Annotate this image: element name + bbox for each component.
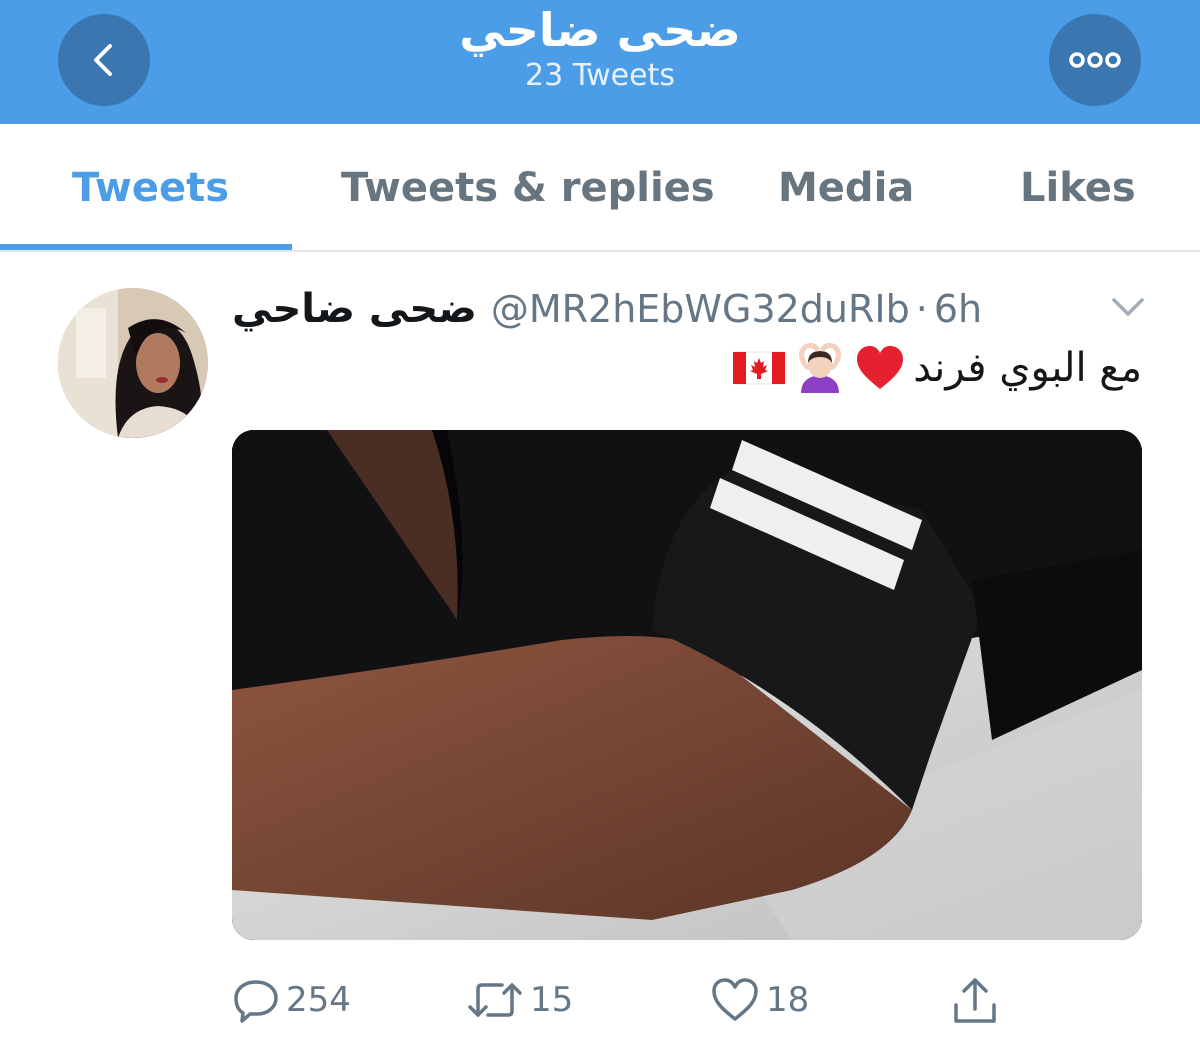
chevron-down-icon[interactable] [1108,292,1148,322]
share-button[interactable] [950,972,1000,1028]
tweet-header: ضحى ضاحي @MR2hEbWG32duRIb · 6h [232,282,982,336]
tweet-timestamp[interactable]: 6h [934,287,982,331]
person-gesturing-ok-icon [799,343,842,393]
active-tab-indicator [0,244,292,250]
canada-flag-icon [733,351,786,385]
display-name[interactable]: ضحى ضاحي [232,286,477,332]
retweet-icon [468,983,522,1017]
back-button[interactable] [58,14,150,106]
like-count: 18 [766,980,810,1020]
tweet-count: 23 Tweets [525,58,675,93]
reply-button[interactable]: 254 [232,972,351,1028]
retweet-button[interactable]: 15 [466,972,573,1028]
media-photo [232,430,1142,940]
retweet-count: 15 [530,980,574,1020]
tweet-media-image[interactable] [232,430,1142,940]
reply-count: 254 [286,980,351,1020]
header-title: ضحى ضاحي [459,3,741,57]
profile-header: ضحى ضاحي 23 Tweets [0,0,1200,124]
profile-tabs: Tweets Tweets & replies Media Likes [0,124,1200,252]
red-heart-icon [857,346,904,389]
tab-tweets[interactable]: Tweets [72,162,229,214]
more-horizontal-icon [1069,52,1121,68]
more-button[interactable] [1049,14,1141,106]
chevron-left-icon [94,44,112,76]
avatar-photo [58,288,208,438]
separator-dot: · [915,287,928,331]
heart-icon [712,978,758,1021]
like-button[interactable]: 18 [710,972,809,1028]
tweet-text-body: مع البوي فرند [913,345,1142,391]
tab-media[interactable]: Media [778,162,914,214]
tab-likes[interactable]: Likes [1020,162,1136,214]
tab-tweets-and-replies[interactable]: Tweets & replies [341,162,715,214]
share-icon [954,978,996,1023]
tweet-text: مع البوي فرند [733,338,1142,398]
reply-icon [234,980,278,1023]
avatar[interactable] [58,288,208,438]
user-handle[interactable]: @MR2hEbWG32duRIb [491,287,910,331]
